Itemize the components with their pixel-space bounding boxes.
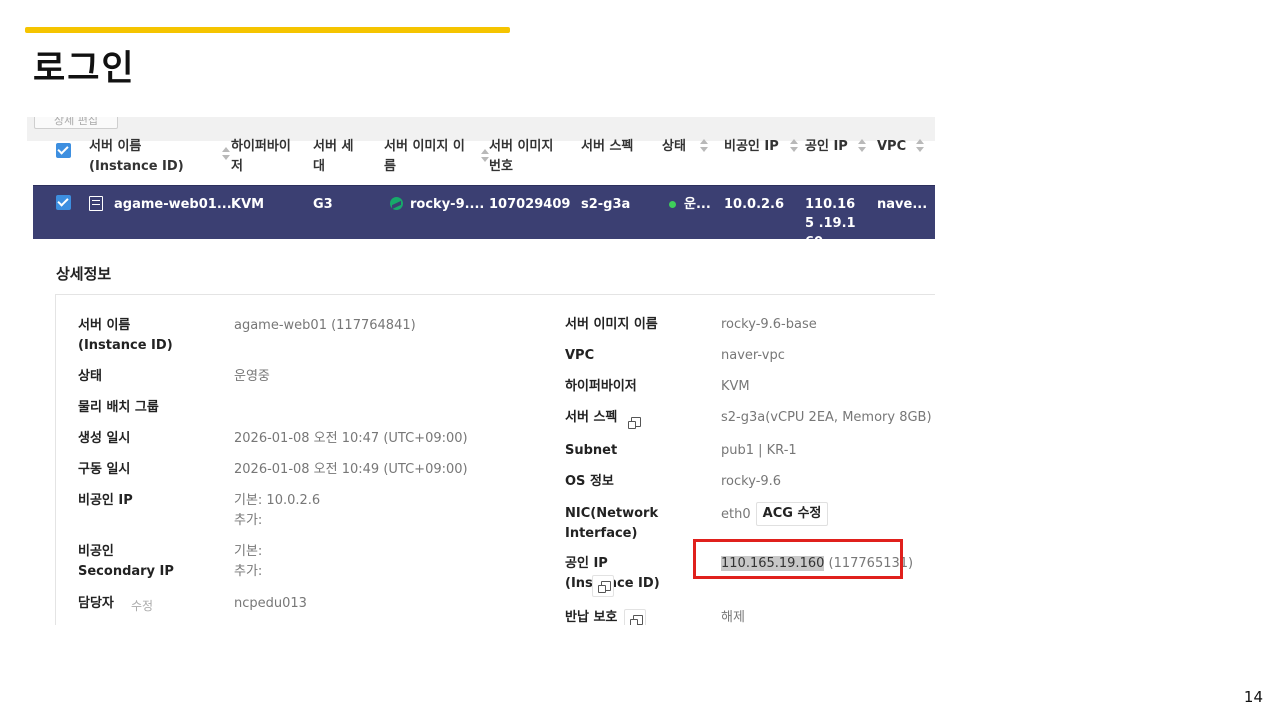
detail-value-secondary-ip: 기본: [234,544,263,559]
detail-value-subnet: pub1 | KR-1 [721,443,797,458]
accent-bar [25,27,510,33]
detail-label-vpc: VPC [565,348,595,363]
copy-icon [630,615,643,625]
cell-vpc: nave... [877,197,928,212]
detail-value-vpc: naver-vpc [721,348,785,363]
cell-status: 운... [684,197,711,212]
detail-label-started: 구동 일시 [78,462,131,477]
rocky-linux-icon [390,197,403,210]
row-checkbox[interactable] [56,195,71,210]
header-public-ip[interactable]: 공인 IP [805,137,855,157]
cell-image-name: rocky-9.... [410,197,485,212]
acg-edit-button[interactable]: ACG 수정 [756,502,828,526]
owner-edit-link[interactable]: 수정 [131,597,153,614]
header-private-ip[interactable]: 비공인 IP [724,137,784,157]
page-number: 14 [1243,688,1263,706]
detail-label-hypervisor: 하이퍼바이저 [565,379,637,394]
select-all-checkbox[interactable] [56,143,71,158]
header-status[interactable]: 상태 [662,137,692,157]
detail-label-image-name: 서버 이미지 이름 [565,317,658,332]
header-generation[interactable]: 서버 세대 [313,137,357,177]
detail-value-owner: ncpedu013 [234,596,307,611]
detail-value-os: rocky-9.6 [721,474,782,489]
cell-public-ip: 110.165 .19.160 [805,197,856,250]
detail-value-image-name: rocky-9.6-base [721,317,817,332]
detail-label-created: 생성 일시 [78,431,131,446]
detail-label-status: 상태 [78,369,102,384]
status-running-icon [669,201,676,208]
detail-label-owner: 담당자 [78,596,114,611]
detail-value-created: 2026-01-08 오전 10:47 (UTC+09:00) [234,431,468,446]
detail-label-secondary-ip: 비공인 Secondary IP [78,544,174,579]
cell-spec: s2-g3a [581,197,631,212]
header-server-name[interactable]: 서버 이름 (Instance ID) [89,137,209,177]
copy-button[interactable] [624,609,646,625]
detail-label-return-protection: 반납 보호 [565,610,618,625]
detail-label-server-name: 서버 이름 (Instance ID) [78,318,173,353]
cell-hypervisor: KVM [231,197,265,212]
detail-value-hypervisor: KVM [721,379,750,394]
table-header: 서버 이름 (Instance ID) 하이퍼바이저 서버 세대 서버 이미지 … [33,139,935,184]
detail-value-nic: eth0 [721,507,751,522]
header-hypervisor[interactable]: 하이퍼바이저 [231,137,293,177]
copy-icon [598,581,611,593]
slide-title: 로그인 [33,49,136,89]
detail-label-placement-group: 물리 배치 그룹 [78,400,159,415]
highlight-box [693,539,903,579]
table-row[interactable]: agame-web01... KVM G3 rocky-9.... 107029… [33,185,935,250]
header-image-name[interactable]: 서버 이미지 이름 [384,137,468,177]
cell-server-name: agame-web01... [114,197,232,212]
header-spec[interactable]: 서버 스펙 [581,137,641,157]
detail-value-private-ip-extra: 추가: [234,513,263,528]
cell-private-ip: 10.0.2.6 [724,197,785,212]
cell-generation: G3 [313,197,333,212]
header-image-number[interactable]: 서버 이미지 번호 [489,137,555,177]
detail-value-spec: s2-g3a(vCPU 2EA, Memory 8GB) [721,410,932,425]
copy-icon[interactable] [628,417,641,429]
detail-label-subnet: Subnet [565,443,618,458]
header-vpc[interactable]: VPC [877,137,917,157]
detail-value-status: 운영중 [234,369,270,384]
edit-detail-button[interactable]: 상세 편집 [34,117,118,129]
detail-value-return-protection: 해제 [721,610,745,625]
detail-value-server-name: agame-web01 (117764841) [234,318,416,333]
detail-label-os: OS 정보 [565,474,614,489]
detail-label-spec: 서버 스펙 [565,410,618,425]
detail-section-title: 상세정보 [56,265,112,283]
detail-value-private-ip: 기본: 10.0.2.6 [234,493,321,508]
detail-label-public-ip: 공인 IP (Instance ID) [565,556,660,591]
detail-label-nic: NIC(Network Interface) [565,506,659,541]
copy-button[interactable] [592,575,614,597]
detail-value-secondary-ip-extra: 추가: [234,564,263,579]
detail-value-started: 2026-01-08 오전 10:49 (UTC+09:00) [234,462,468,477]
detail-label-private-ip: 비공인 IP [78,493,133,508]
server-icon [89,196,103,211]
cell-image-number: 107029409 [489,197,571,212]
